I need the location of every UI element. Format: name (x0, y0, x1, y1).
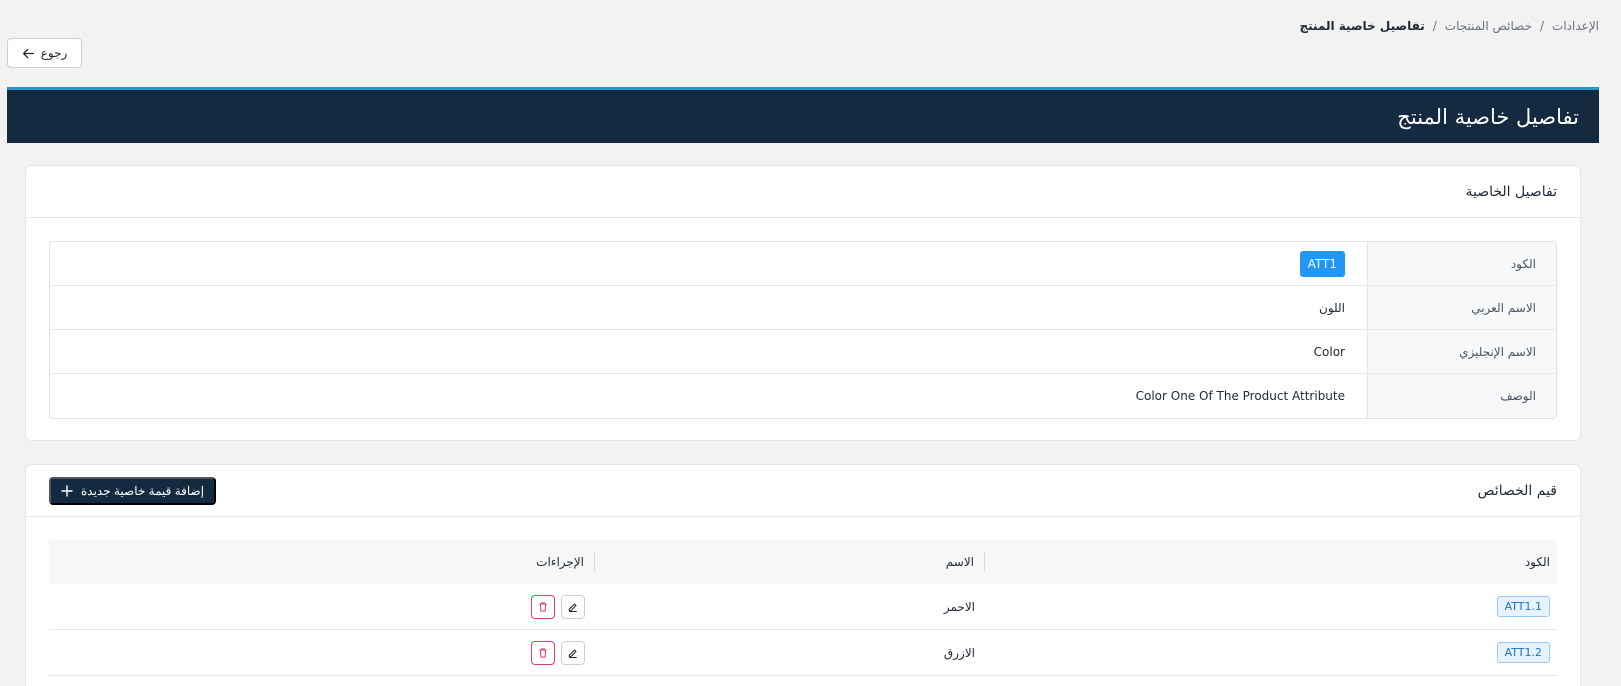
plus-icon (61, 484, 73, 497)
detail-row-arabic-name: الاسم العربي اللون (50, 286, 1556, 330)
add-button-label: إضافة قيمة خاصية جديدة (81, 483, 205, 498)
attribute-values-title: قيم الخصائص (1477, 482, 1557, 499)
back-button-label: رجوع (40, 46, 68, 60)
page-header: تفاصيل خاصية المنتج (7, 87, 1599, 143)
detail-label: الاسم العربي (1367, 286, 1556, 329)
table-header: الكود الاسم الإجراءات (49, 540, 1557, 584)
breadcrumb-item-product-attributes[interactable]: خصائص المنتجات (1445, 19, 1532, 33)
attribute-values-card: قيم الخصائص إضافة قيمة خاصية جديدة الكود… (25, 464, 1581, 686)
pencil-icon (568, 602, 577, 612)
detail-row-description: الوصف Color One Of The Product Attribute (50, 374, 1556, 418)
attribute-values-table: الكود الاسم الإجراءات ATT1.1 الاحمر ATT1… (49, 540, 1557, 676)
arrow-left-icon (22, 48, 34, 58)
table-row: ATT1.1 الاحمر (49, 584, 1557, 630)
back-button[interactable]: رجوع (7, 38, 82, 68)
detail-value: Color One Of The Product Attribute (1135, 389, 1345, 403)
edit-button[interactable] (561, 594, 585, 619)
attribute-details-table: الكود ATT1 الاسم العربي اللون الاسم الإن… (49, 241, 1557, 419)
page-title: تفاصيل خاصية المنتج (1397, 104, 1579, 129)
value-code-badge: ATT1.2 (1496, 642, 1550, 663)
attribute-details-card: تفاصيل الخاصية الكود ATT1 الاسم العربي ا… (25, 165, 1581, 441)
code-badge: ATT1 (1299, 250, 1345, 277)
delete-button[interactable] (531, 594, 555, 619)
attribute-details-header: تفاصيل الخاصية (26, 166, 1580, 218)
breadcrumb-separator: / (1540, 19, 1545, 33)
column-header-actions: الإجراءات (49, 552, 595, 572)
detail-value: اللون (1319, 300, 1345, 315)
trash-icon (539, 601, 547, 612)
attribute-values-header: قيم الخصائص إضافة قيمة خاصية جديدة (26, 465, 1580, 517)
detail-label: الكود (1367, 242, 1556, 285)
row-actions (49, 640, 595, 665)
add-attribute-value-button[interactable]: إضافة قيمة خاصية جديدة (49, 476, 217, 505)
value-code-badge: ATT1.1 (1496, 596, 1550, 617)
delete-button[interactable] (531, 640, 555, 665)
column-header-name[interactable]: الاسم (595, 552, 985, 572)
breadcrumb: الإعدادات / خصائص المنتجات / تفاصيل خاصي… (1299, 19, 1599, 33)
row-actions (49, 594, 595, 619)
column-header-code[interactable]: الكود (985, 555, 1557, 569)
breadcrumb-separator: / (1432, 19, 1437, 33)
detail-row-english-name: الاسم الإنجليزي Color (50, 330, 1556, 374)
breadcrumb-item-settings[interactable]: الإعدادات (1552, 19, 1599, 33)
attribute-details-title: تفاصيل الخاصية (1465, 183, 1558, 200)
detail-label: الاسم الإنجليزي (1367, 330, 1556, 373)
detail-row-code: الكود ATT1 (50, 242, 1556, 286)
value-name: الاحمر (943, 599, 975, 614)
table-row: ATT1.2 الازرق (49, 630, 1557, 676)
edit-button[interactable] (561, 640, 585, 665)
detail-value: Color (1313, 344, 1345, 359)
trash-icon (539, 647, 547, 658)
breadcrumb-item-current: تفاصيل خاصية المنتج (1299, 19, 1425, 33)
value-name: الازرق (943, 645, 975, 660)
pencil-icon (568, 648, 577, 658)
detail-label: الوصف (1367, 374, 1556, 418)
